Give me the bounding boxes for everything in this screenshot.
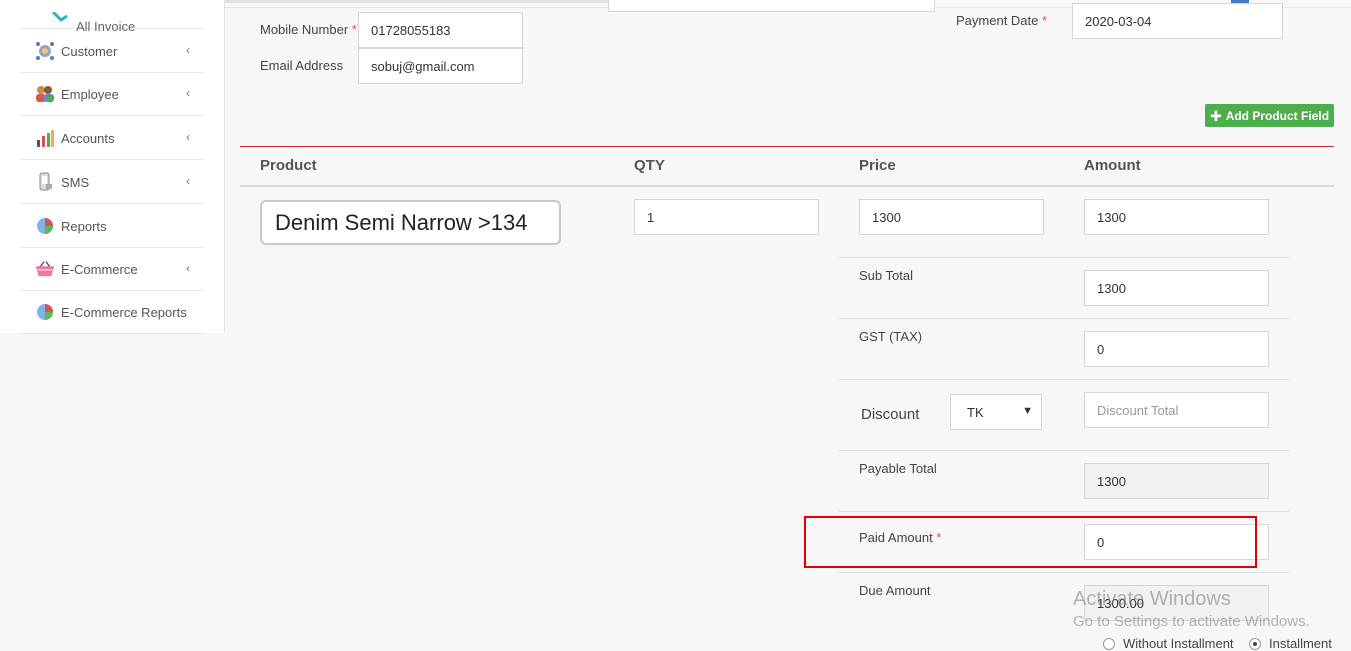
gst-tax-input[interactable]: 0 xyxy=(1084,331,1269,367)
payable-total-input: 1300 xyxy=(1084,463,1269,499)
sidebar-item-label: Employee xyxy=(61,86,119,102)
header-divider xyxy=(240,185,1334,187)
dropdown-arrow-icon: ▼ xyxy=(1022,405,1033,417)
top-partial-input[interactable] xyxy=(608,0,935,12)
chevron-left-icon: ‹ xyxy=(186,43,190,57)
sidebar-item-label: E-Commerce Reports xyxy=(61,304,187,320)
sidebar: All Invoice Customer ‹ Employee ‹ Accoun… xyxy=(0,0,225,334)
gst-tax-label: GST (TAX) xyxy=(859,329,923,344)
customer-icon xyxy=(35,41,55,61)
chevron-left-icon: ‹ xyxy=(186,261,190,275)
installment-radio[interactable]: Installment xyxy=(1249,636,1332,651)
email-address-label: Email Address xyxy=(260,58,344,73)
product-name-field[interactable]: Denim Semi Narrow >134 xyxy=(260,200,561,245)
sidebar-item-customer[interactable]: Customer ‹ xyxy=(20,30,204,73)
windows-activation-watermark-title: Activate Windows xyxy=(1073,588,1231,610)
chevron-left-icon: ‹ xyxy=(186,174,190,188)
sub-total-label: Sub Total xyxy=(859,268,913,283)
sidebar-item-label: E-Commerce xyxy=(61,261,138,277)
discount-label: Discount xyxy=(861,406,920,423)
amount-column-header: Amount xyxy=(1084,157,1141,174)
amount-input[interactable]: 1300 xyxy=(1084,199,1269,235)
row-divider xyxy=(839,257,1289,258)
sub-total-input[interactable]: 1300 xyxy=(1084,270,1269,306)
qty-column-header: QTY xyxy=(634,157,665,174)
without-installment-radio[interactable]: Without Installment xyxy=(1103,636,1234,651)
reports-pie-icon xyxy=(35,216,55,236)
all-invoice-icon xyxy=(50,8,70,28)
sidebar-item-label: Accounts xyxy=(61,130,115,146)
sidebar-item-all-invoice[interactable]: All Invoice xyxy=(20,0,204,34)
section-divider xyxy=(240,146,1334,147)
row-divider xyxy=(839,450,1289,451)
sidebar-item-label: SMS xyxy=(61,174,90,190)
product-column-header: Product xyxy=(260,157,317,174)
ecommerce-basket-icon xyxy=(35,259,55,279)
row-divider xyxy=(839,572,1289,573)
discount-total-input[interactable]: Discount Total xyxy=(1084,392,1269,428)
price-input[interactable]: 1300 xyxy=(859,199,1044,235)
payable-total-label: Payable Total xyxy=(859,461,937,476)
mobile-number-input[interactable]: 01728055183 xyxy=(358,12,523,48)
qty-input[interactable]: 1 xyxy=(634,199,819,235)
row-divider xyxy=(839,379,1289,380)
paid-amount-highlight-box xyxy=(804,516,1257,568)
sidebar-item-ecommerce-reports[interactable]: E-Commerce Reports xyxy=(20,291,204,334)
add-product-field-button[interactable]: ✚ Add Product Field xyxy=(1205,104,1334,127)
sidebar-item-label: Reports xyxy=(61,218,107,234)
sidebar-item-employee[interactable]: Employee ‹ xyxy=(20,73,204,116)
sidebar-item-accounts[interactable]: Accounts ‹ xyxy=(20,117,204,160)
email-address-input[interactable]: sobuj@gmail.com xyxy=(358,48,523,84)
radio-selected-icon xyxy=(1249,637,1261,650)
sidebar-item-sms[interactable]: SMS ‹ xyxy=(20,161,204,204)
payment-date-input[interactable]: 2020-03-04 xyxy=(1072,3,1283,39)
ecommerce-reports-pie-icon xyxy=(35,302,55,322)
row-divider xyxy=(839,318,1289,319)
sidebar-item-reports[interactable]: Reports xyxy=(20,205,204,248)
mobile-number-label: Mobile Number * xyxy=(260,22,357,37)
radio-circle-icon xyxy=(1103,637,1115,650)
chevron-left-icon: ‹ xyxy=(186,130,190,144)
discount-type-select[interactable]: TK ▼ xyxy=(950,394,1042,430)
chevron-left-icon: ‹ xyxy=(186,86,190,100)
payment-date-label: Payment Date * xyxy=(956,13,1048,28)
sidebar-item-ecommerce[interactable]: E-Commerce ‹ xyxy=(20,248,204,291)
sidebar-item-label: Customer xyxy=(61,43,118,59)
accounts-chart-icon xyxy=(35,128,55,148)
price-column-header: Price xyxy=(859,157,896,174)
sms-phone-icon xyxy=(35,172,55,192)
windows-activation-watermark-subtitle: Go to Settings to activate Windows. xyxy=(1073,613,1310,630)
due-amount-label: Due Amount xyxy=(859,583,931,598)
plus-icon: ✚ xyxy=(1209,107,1222,124)
row-divider xyxy=(839,511,1289,512)
employee-icon xyxy=(35,84,55,104)
